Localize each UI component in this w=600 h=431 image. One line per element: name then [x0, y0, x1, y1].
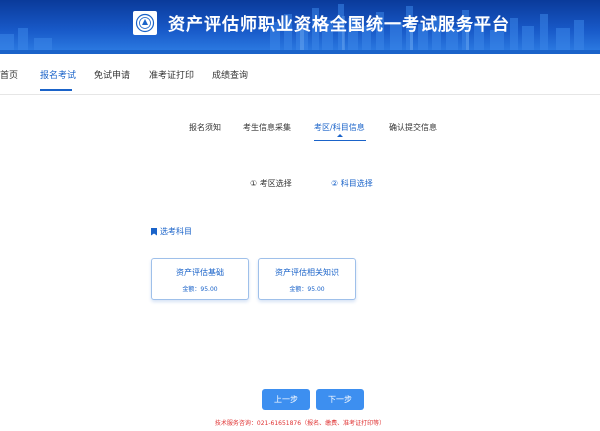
nav-item-exemption[interactable]: 免试申请	[94, 68, 130, 81]
section-heading-label: 选考科目	[160, 227, 192, 236]
subject-fee: 金额：95.00	[182, 286, 218, 293]
nav-item-admission-ticket[interactable]: 准考证打印	[149, 68, 194, 81]
registration-steps: 报名须知 考生信息采集 考区/科目信息 确认提交信息	[0, 122, 600, 142]
nav-item-score-query[interactable]: 成绩查询	[212, 68, 248, 81]
main-nav: 首页 报名考试 免试申请 准考证打印 成绩查询	[0, 54, 600, 95]
nav-item-registration[interactable]: 报名考试	[40, 68, 76, 81]
section-heading: 选考科目	[151, 226, 192, 237]
prev-step-button[interactable]: 上一步	[262, 389, 310, 410]
support-contact: 技术服务咨询：021-61651876（报名、缴费、准考证打印等）	[214, 420, 386, 427]
bookmark-icon	[151, 227, 157, 236]
step-active-caret-icon	[337, 134, 343, 137]
step-notice[interactable]: 报名须知	[189, 122, 221, 133]
site-title: 资产评估师职业资格全国统一考试服务平台	[168, 15, 510, 35]
step-region-subject[interactable]: 考区/科目信息	[314, 122, 365, 133]
header-banner: 资产评估师职业资格全国统一考试服务平台	[0, 0, 600, 50]
step-active-indicator	[314, 140, 366, 141]
subject-card[interactable]: 资产评估相关知识 金额：95.00	[258, 258, 356, 300]
association-seal-icon	[133, 11, 157, 35]
step-confirm-submit[interactable]: 确认提交信息	[389, 122, 437, 133]
nav-item-home[interactable]: 首页	[0, 68, 18, 81]
subject-fee: 金额：95.00	[289, 286, 325, 293]
subject-name: 资产评估相关知识	[275, 268, 339, 277]
step-candidate-info[interactable]: 考生信息采集	[243, 122, 291, 133]
next-step-button[interactable]: 下一步	[316, 389, 364, 410]
subject-name: 资产评估基础	[176, 268, 224, 277]
substep-region[interactable]: ① 考区选择	[250, 178, 292, 189]
nav-active-indicator	[40, 89, 72, 91]
subject-card[interactable]: 资产评估基础 金额：95.00	[151, 258, 249, 300]
substep-subject[interactable]: ② 科目选择	[331, 178, 373, 189]
